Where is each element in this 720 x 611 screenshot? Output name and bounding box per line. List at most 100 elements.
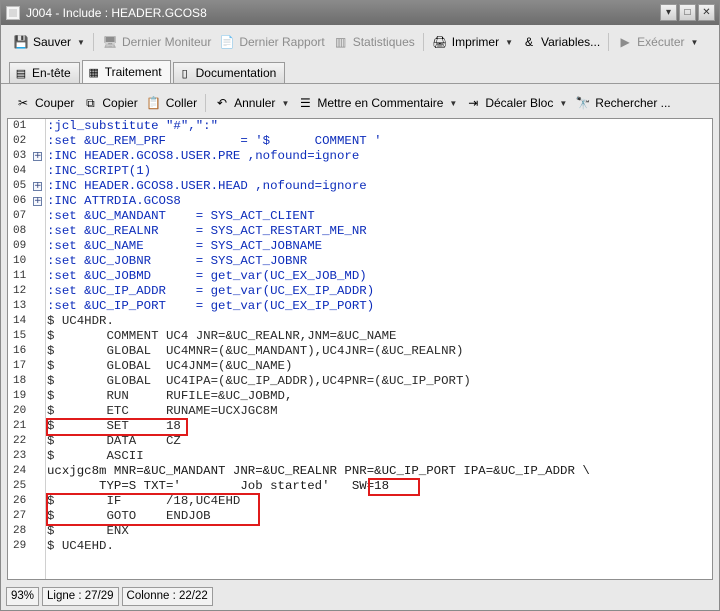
code-line-text: :set &UC_REM_PRF = '$ COMMENT ': [47, 134, 382, 148]
code-line[interactable]: :INC ATTRDIA.GCOS8: [47, 194, 697, 209]
code-line[interactable]: :set &UC_REALNR = SYS_ACT_RESTART_ME_NR: [47, 224, 697, 239]
code-line[interactable]: :set &UC_REM_PRF = '$ COMMENT ': [47, 134, 697, 149]
couper-label: Couper: [35, 96, 75, 110]
line-number: 10: [8, 254, 45, 269]
code-line-text: $ COMMENT UC4 JNR=&UC_REALNR,JNM=&UC_NAM…: [47, 329, 397, 343]
code-line[interactable]: $ UC4HDR.: [47, 314, 697, 329]
code-line[interactable]: :set &UC_IP_ADDR = get_var(UC_EX_IP_ADDR…: [47, 284, 697, 299]
code-line-text: $ GOTO ENDJOB: [47, 509, 211, 523]
coller-label: Coller: [165, 96, 198, 110]
sauver-button[interactable]: 💾 Sauver ▼: [9, 31, 89, 53]
code-line[interactable]: $ SET 18: [47, 419, 697, 434]
dernier-moniteur-button[interactable]: 🖥 Dernier Moniteur: [98, 31, 215, 53]
code-line[interactable]: $ ETC RUNAME=UCXJGC8M: [47, 404, 697, 419]
printer-icon: 🖨: [432, 35, 448, 49]
window-app-icon: [6, 6, 20, 20]
mettre-en-commentaire-button[interactable]: ☰ Mettre en Commentaire ▼: [293, 92, 461, 114]
decaler-bloc-button[interactable]: ⇥ Décaler Bloc ▼: [461, 92, 571, 114]
line-number: 06 +: [8, 194, 45, 209]
rechercher-button[interactable]: 🔭 Rechercher ...: [571, 92, 674, 114]
expand-plus-icon[interactable]: +: [33, 152, 42, 161]
line-indicator: Ligne : 27/29: [42, 586, 119, 606]
binoculars-icon: 🔭: [575, 96, 591, 110]
header-tab-icon: ▤: [15, 67, 27, 80]
code-line[interactable]: :set &UC_JOBNR = SYS_ACT_JOBNR: [47, 254, 697, 269]
coller-button[interactable]: 📋 Coller: [142, 92, 201, 114]
line-number-text: 25: [13, 480, 27, 492]
code-line[interactable]: ucxjgc8m MNR=&UC_MANDANT JNR=&UC_REALNR …: [47, 464, 697, 479]
line-number: 12: [8, 284, 45, 299]
column-indicator: Colonne : 22/22: [121, 586, 213, 606]
script-editor[interactable]: 01 02 03 +04 05 +06 +07 08 09 10 11 12 13 14 15 16 17 18 1…: [7, 118, 713, 580]
chart-icon: ▥: [335, 35, 347, 49]
chevron-down-icon[interactable]: ▼: [77, 38, 85, 47]
copier-button[interactable]: ⧉ Copier: [78, 92, 141, 114]
code-line-text: :set &UC_JOBMD = get_var(UC_EX_JOB_MD): [47, 269, 367, 283]
statistiques-button[interactable]: ▥ Statistiques: [329, 31, 419, 53]
code-line[interactable]: $ ENX: [47, 524, 697, 539]
code-line[interactable]: :set &UC_MANDANT = SYS_ACT_CLIENT: [47, 209, 697, 224]
line-number-text: 03: [13, 150, 27, 162]
close-button[interactable]: ✕: [698, 4, 715, 21]
code-line-text: TYP=S TXT=' Job started' SW=18: [47, 479, 390, 493]
code-line[interactable]: $ COMMENT UC4 JNR=&UC_REALNR,JNM=&UC_NAM…: [47, 329, 697, 344]
code-line-text: $ GLOBAL UC4JNM=(&UC_NAME): [47, 359, 293, 373]
chevron-down-icon[interactable]: ▼: [691, 38, 699, 47]
code-line[interactable]: $ RUN RUFILE=&UC_JOBMD,: [47, 389, 697, 404]
zoom-level: 93%: [6, 586, 40, 606]
imprimer-button[interactable]: 🖨 Imprimer ▼: [428, 31, 517, 53]
code-line[interactable]: $ UC4EHD.: [47, 539, 697, 554]
code-line[interactable]: $ DATA CZ: [47, 434, 697, 449]
variables-button[interactable]: & Variables...: [517, 31, 604, 53]
code-line[interactable]: :jcl_substitute "#",":": [47, 119, 697, 134]
chevron-down-icon[interactable]: ▼: [449, 99, 457, 108]
maximize-button[interactable]: □: [679, 4, 696, 21]
tab-label: Documentation: [195, 66, 277, 80]
line-number-text: 19: [13, 390, 27, 402]
line-number: 18: [8, 374, 45, 389]
code-line-text: $ ETC RUNAME=UCXJGC8M: [47, 404, 278, 418]
tab-en-tete[interactable]: ▤ En-tête: [9, 62, 80, 83]
code-line[interactable]: $ ASCII: [47, 449, 697, 464]
code-line[interactable]: :set &UC_JOBMD = get_var(UC_EX_JOB_MD): [47, 269, 697, 284]
chevron-down-icon[interactable]: ▼: [559, 99, 567, 108]
monitor-icon: 🖥: [102, 35, 118, 49]
code-line[interactable]: :set &UC_IP_PORT = get_var(UC_EX_IP_PORT…: [47, 299, 697, 314]
chevron-down-icon[interactable]: ▼: [505, 38, 513, 47]
code-line[interactable]: $ GLOBAL UC4MNR=(&UC_MANDANT),UC4JNR=(&U…: [47, 344, 697, 359]
code-line-text: $ UC4EHD.: [47, 539, 114, 553]
couper-button[interactable]: ✂ Couper: [11, 92, 78, 114]
annuler-label: Annuler: [234, 96, 276, 110]
code-line[interactable]: :INC HEADER.GCOS8.USER.HEAD ,nofound=ign…: [47, 179, 697, 194]
annuler-button[interactable]: ↶ Annuler ▼: [210, 92, 293, 114]
code-line[interactable]: :INC HEADER.GCOS8.USER.PRE ,nofound=igno…: [47, 149, 697, 164]
expand-plus-icon[interactable]: +: [33, 182, 42, 191]
line-number-text: 27: [13, 510, 27, 522]
code-line[interactable]: TYP=S TXT=' Job started' SW=18: [47, 479, 697, 494]
line-number-text: 23: [13, 450, 27, 462]
dernier-rapport-button[interactable]: 📄 Dernier Rapport: [215, 31, 328, 53]
save-icon: 💾: [13, 35, 29, 49]
code-line-text: ucxjgc8m MNR=&UC_MANDANT JNR=&UC_REALNR …: [47, 464, 590, 478]
code-area[interactable]: :jcl_substitute "#",":":set &UC_REM_PRF …: [47, 119, 697, 554]
copier-label: Copier: [102, 96, 138, 110]
code-line-text: :INC_SCRIPT(1): [47, 164, 152, 178]
window-menu-button[interactable]: ▾: [660, 4, 677, 21]
tab-traitement[interactable]: ▦ Traitement: [81, 60, 171, 83]
chevron-down-icon[interactable]: ▼: [281, 99, 289, 108]
code-line[interactable]: $ IF /18,UC4EHD: [47, 494, 697, 509]
code-line[interactable]: :INC_SCRIPT(1): [47, 164, 697, 179]
code-line[interactable]: $ GLOBAL UC4JNM=(&UC_NAME): [47, 359, 697, 374]
executer-button[interactable]: ▶ Exécuter ▼: [613, 31, 702, 53]
code-line-text: $ GLOBAL UC4MNR=(&UC_MANDANT),UC4JNR=(&U…: [47, 344, 464, 358]
indent-icon: ⇥: [468, 96, 479, 110]
code-line[interactable]: :set &UC_NAME = SYS_ACT_JOBNAME: [47, 239, 697, 254]
window-controls: ▾ □ ✕: [660, 4, 715, 21]
code-line[interactable]: $ GOTO ENDJOB: [47, 509, 697, 524]
main-toolbar: 💾 Sauver ▼ 🖥 Dernier Moniteur 📄 Dernier Rappor…: [1, 29, 719, 55]
expand-plus-icon[interactable]: +: [33, 197, 42, 206]
line-number: 17: [8, 359, 45, 374]
line-number-text: 09: [13, 240, 27, 252]
code-line[interactable]: $ GLOBAL UC4IPA=(&UC_IP_ADDR),UC4PNR=(&U…: [47, 374, 697, 389]
tab-documentation[interactable]: ▯ Documentation: [172, 62, 286, 83]
